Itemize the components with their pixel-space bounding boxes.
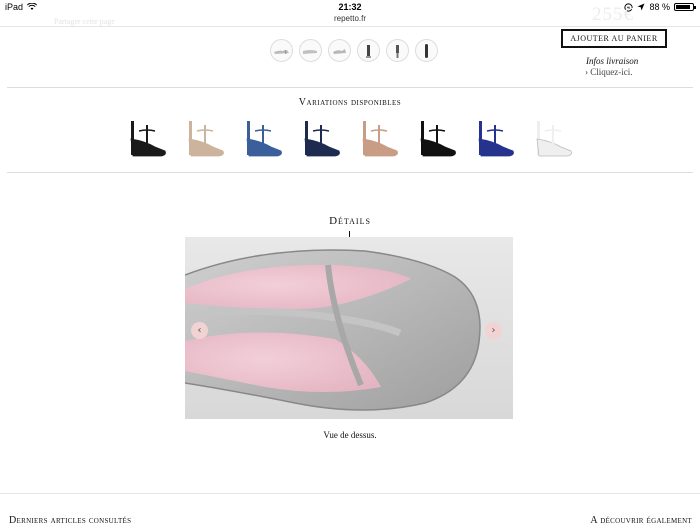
thumbnail-heel-view[interactable]	[357, 39, 380, 62]
variations-list	[125, 115, 575, 161]
recently-viewed-title: Derniers articles consultés	[9, 515, 132, 525]
carousel-next-button[interactable]: ›	[485, 322, 502, 339]
delivery-info-link[interactable]: › Cliquez-ici.	[585, 67, 633, 77]
delivery-info-title: Infos livraison	[586, 56, 639, 66]
variation-blue[interactable]	[241, 115, 285, 161]
chevron-left-icon: ‹	[197, 325, 202, 336]
chevron-right-icon: ›	[585, 67, 588, 77]
variation-navy[interactable]	[299, 115, 343, 161]
shoe-thumbnail-icon	[420, 121, 456, 157]
carousel-prev-button[interactable]: ‹	[191, 322, 208, 339]
variation-black[interactable]	[125, 115, 169, 161]
thumbnail-angle-view[interactable]	[328, 39, 351, 62]
shoe-thumbnail-icon	[304, 121, 340, 157]
battery-percent: 88 %	[649, 2, 670, 12]
thumbnail-sole-view[interactable]	[415, 39, 438, 62]
thumbnail-front-view[interactable]	[299, 39, 322, 62]
shoe-thumbnail-icon	[188, 121, 224, 157]
divider	[0, 26, 700, 27]
variation-black-red[interactable]	[415, 115, 459, 161]
image-caption: Vue de dessus.	[323, 430, 377, 440]
status-right: 88 %	[624, 2, 696, 12]
battery-icon	[674, 3, 696, 11]
shoe-thumbnail-icon	[536, 121, 572, 157]
faded-price: 255€	[592, 4, 634, 25]
variation-nude[interactable]	[357, 115, 401, 161]
divider	[0, 493, 700, 494]
product-detail-image	[185, 237, 513, 419]
delivery-link-label: Cliquez-ici.	[590, 67, 633, 77]
divider	[7, 87, 693, 88]
variations-title: Variations disponibles	[298, 97, 402, 108]
location-icon	[637, 3, 645, 11]
chevron-right-icon: ›	[491, 325, 496, 336]
variation-white[interactable]	[531, 115, 575, 161]
variation-royal-blue[interactable]	[473, 115, 517, 161]
divider	[7, 172, 693, 173]
details-title: Détails	[329, 215, 371, 227]
shoe-thumbnail-icon	[130, 121, 166, 157]
thumbnail-back-view[interactable]	[386, 39, 409, 62]
discover-also-title: A découvrir également	[590, 515, 692, 525]
product-view-thumbnails	[270, 39, 438, 62]
faded-share-link: Partager cette page	[54, 17, 115, 26]
add-to-cart-button[interactable]: AJOUTER AU PANIER	[561, 29, 667, 48]
thumbnail-side-view[interactable]	[270, 39, 293, 62]
shoe-thumbnail-icon	[246, 121, 282, 157]
shoe-thumbnail-icon	[362, 121, 398, 157]
shoe-thumbnail-icon	[478, 121, 514, 157]
variation-beige[interactable]	[183, 115, 227, 161]
